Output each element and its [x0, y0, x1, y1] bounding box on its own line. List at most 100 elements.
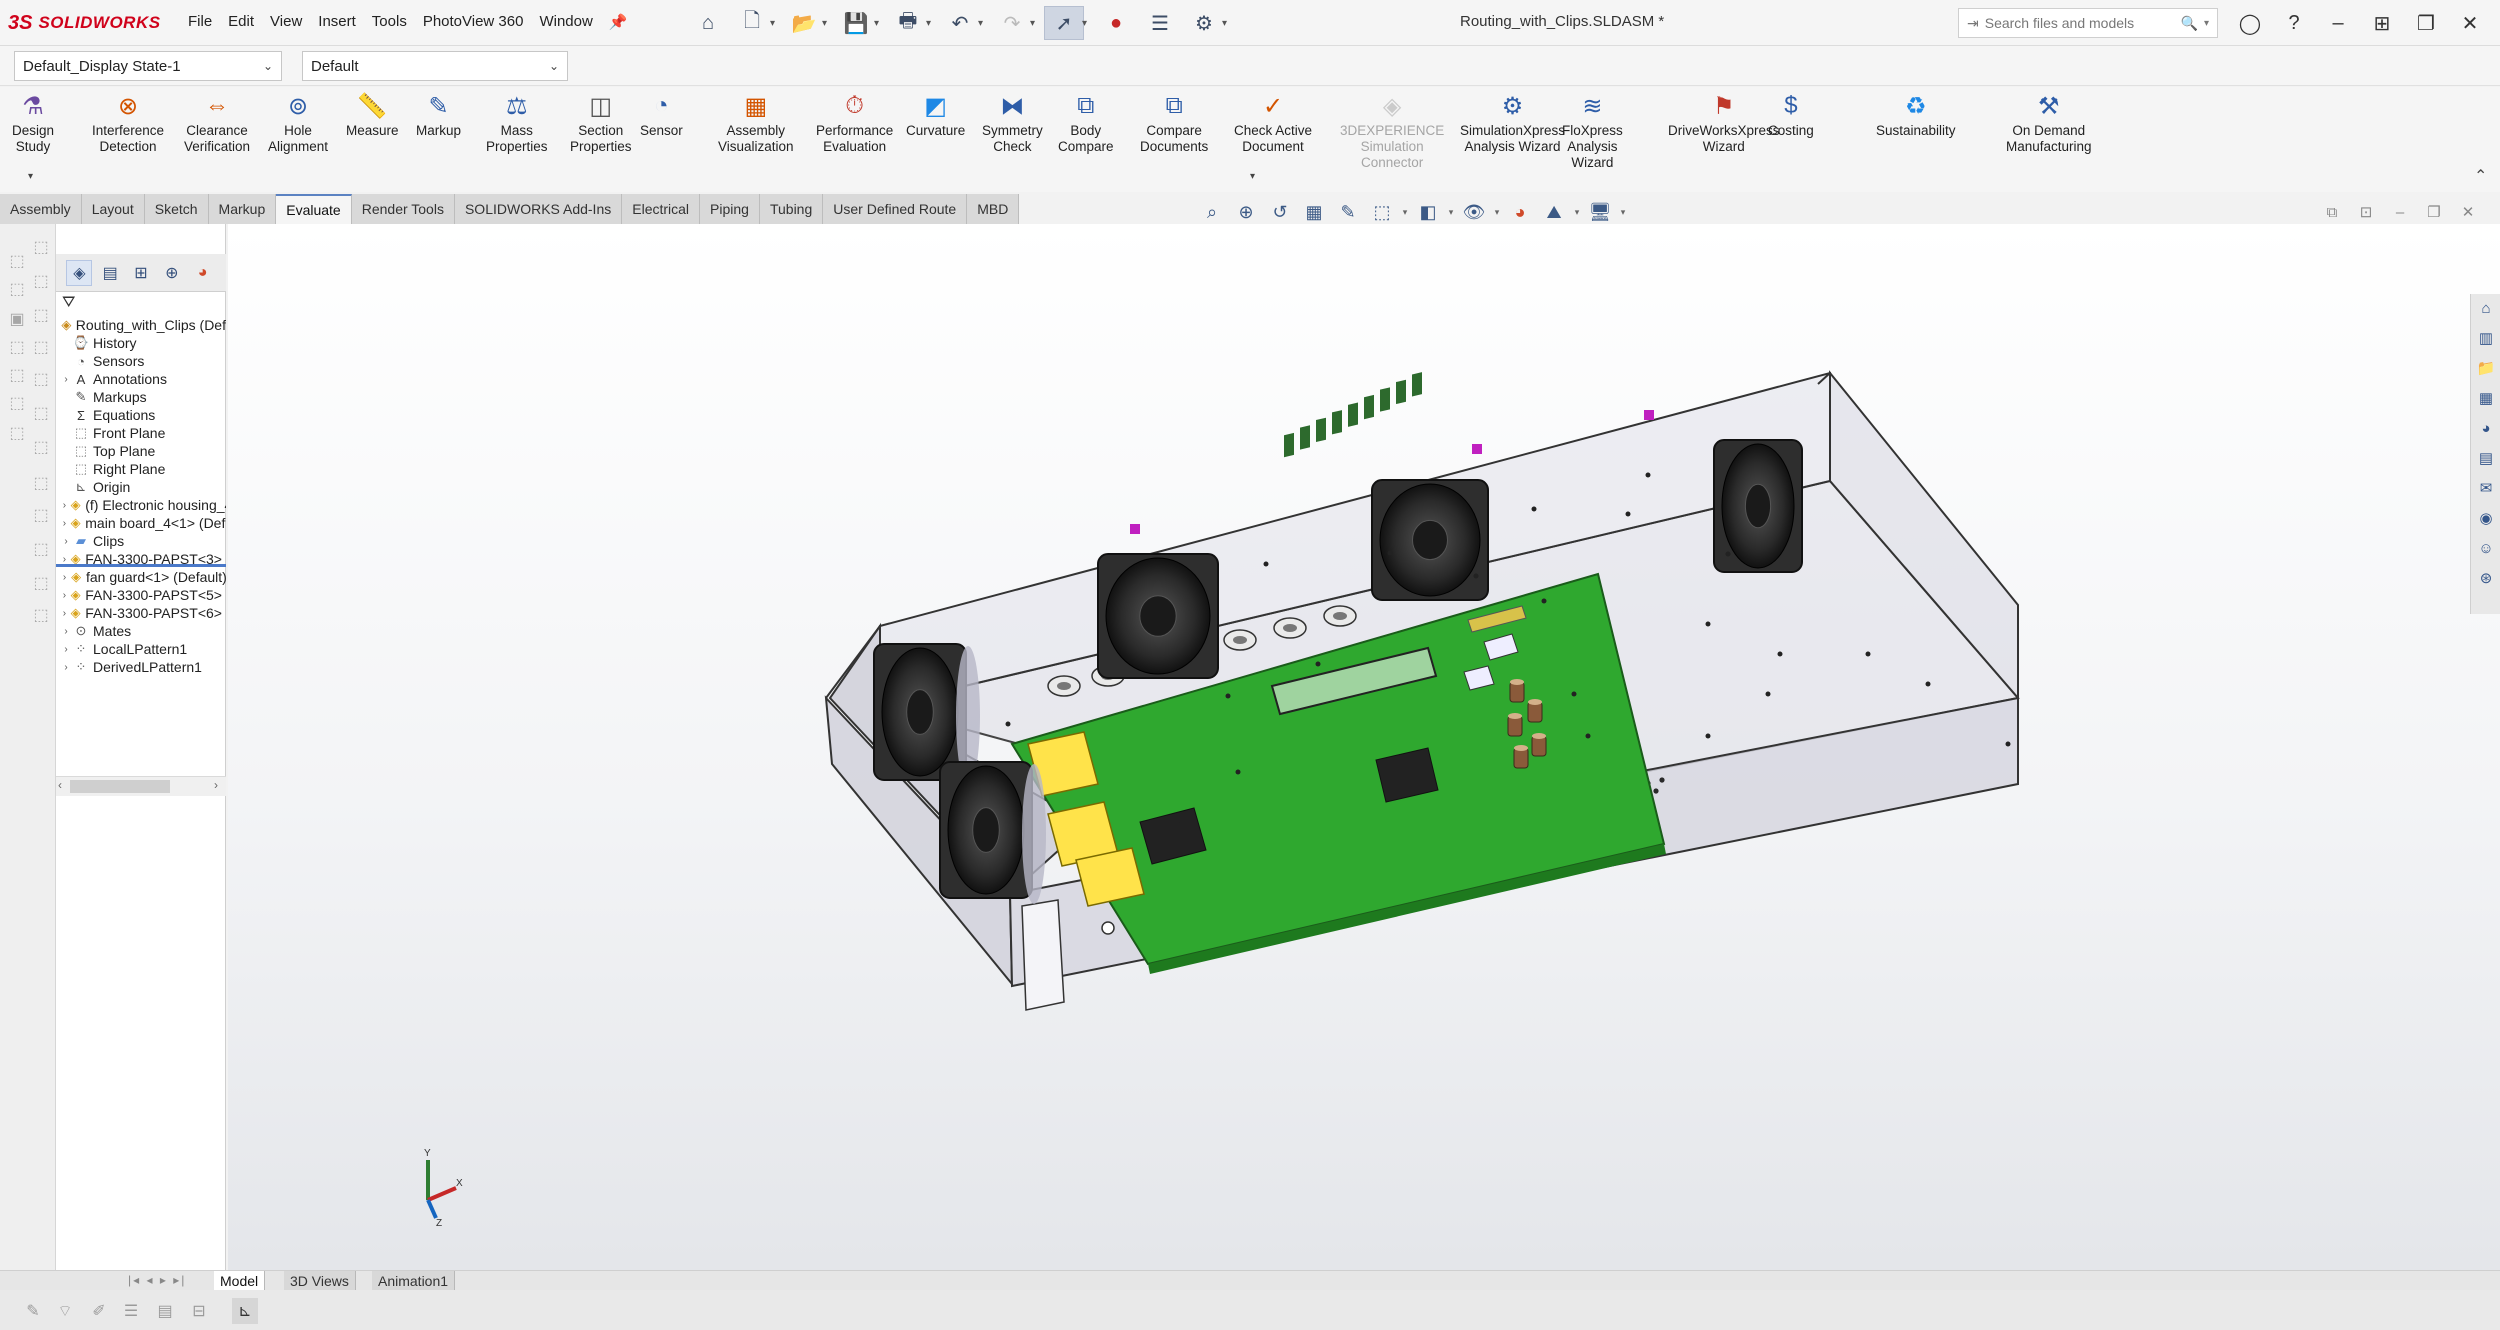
command-sensor[interactable]: ◔Sensor: [640, 91, 683, 139]
select-cursor-icon[interactable]: ➚: [1044, 6, 1084, 40]
undo-dropdown-icon[interactable]: ▾: [978, 18, 988, 29]
open-icon[interactable]: 📂: [784, 6, 824, 40]
status-tool-icon[interactable]: ✐: [86, 1298, 112, 1324]
command-manufacturing[interactable]: ⚒On Demand Manufacturing: [2006, 91, 2092, 155]
custom-properties-icon[interactable]: ▤: [2474, 446, 2498, 470]
solidworks-forum-icon[interactable]: ☺: [2474, 536, 2498, 560]
tile-windows-icon[interactable]: ⊞: [2360, 6, 2404, 40]
new-dropdown-icon[interactable]: ▾: [770, 18, 780, 29]
tab-mbd[interactable]: MBD: [967, 194, 1019, 224]
strip-tool-icon[interactable]: ⬚: [28, 334, 54, 360]
property-manager-tab-icon[interactable]: ▤: [97, 260, 123, 286]
apply-scene-dropdown-icon[interactable]: ▾: [1572, 198, 1582, 226]
command-costing[interactable]: $Costing: [1768, 91, 1814, 139]
redo-dropdown-icon[interactable]: ▾: [1030, 18, 1040, 29]
expand-arrow-icon[interactable]: ›: [60, 554, 69, 565]
tree-node[interactable]: ›◈(f) Electronic housing_4<1> (D: [60, 496, 226, 514]
expand-arrow-icon[interactable]: ›: [60, 536, 72, 547]
tab-sketch[interactable]: Sketch: [145, 194, 209, 224]
viewport-maximize-icon[interactable]: ❐: [2422, 200, 2446, 224]
open-dropdown-icon[interactable]: ▾: [822, 18, 832, 29]
search-box[interactable]: ⇥ Search files and models 🔍 ▾: [1958, 8, 2218, 38]
viewport-close-icon[interactable]: ✕: [2456, 200, 2480, 224]
command-sustainability[interactable]: ♻Sustainability: [1876, 91, 1956, 139]
expand-arrow-icon[interactable]: ›: [60, 644, 72, 655]
tree-node[interactable]: ›▰Clips: [60, 532, 226, 550]
display-state-select[interactable]: Default_Display State-1 ⌄: [14, 51, 282, 81]
strip-tool-icon[interactable]: ⬚: [4, 390, 30, 416]
strip-tool-icon[interactable]: ⬚: [28, 366, 54, 392]
tree-node[interactable]: ›AAnnotations: [60, 370, 226, 388]
tree-node[interactable]: ⬚Front Plane: [60, 424, 226, 442]
command-floxpress[interactable]: ≋FloXpress Analysis Wizard: [1562, 91, 1623, 171]
command-design-study[interactable]: ⚗Design Study: [12, 91, 54, 155]
viewport-minimize-icon[interactable]: –: [2388, 200, 2412, 224]
strip-tool-icon[interactable]: ⬚: [28, 268, 54, 294]
tab-user-defined-route[interactable]: User Defined Route: [823, 194, 967, 224]
appearances-icon[interactable]: ◕: [2474, 416, 2498, 440]
help-icon[interactable]: ?: [2272, 6, 2316, 40]
tab-electrical[interactable]: Electrical: [622, 194, 700, 224]
tree-node[interactable]: ◔Sensors: [60, 352, 226, 370]
scroll-right-icon[interactable]: ›: [214, 778, 218, 792]
strip-tool-icon[interactable]: ⬚: [4, 420, 30, 446]
command-curvature[interactable]: ◩Curvature: [906, 91, 965, 139]
save-dropdown-icon[interactable]: ▾: [874, 18, 884, 29]
search-icon[interactable]: 🔍: [2181, 15, 2198, 32]
strip-tool-icon[interactable]: ⬚: [28, 234, 54, 260]
view-palette-icon[interactable]: ▦: [2474, 386, 2498, 410]
strip-tool-icon[interactable]: ⬚: [28, 502, 54, 528]
home-icon[interactable]: ⌂: [688, 6, 728, 40]
display-manager-tab-icon[interactable]: ◕: [190, 260, 216, 286]
tree-node[interactable]: ⬚Top Plane: [60, 442, 226, 460]
tree-node[interactable]: ΣEquations: [60, 406, 226, 424]
strip-tool-icon[interactable]: ⬚: [4, 362, 30, 388]
menu-photoview[interactable]: PhotoView 360: [415, 10, 532, 34]
view-settings-icon[interactable]: 🖥: [1584, 198, 1616, 226]
model-viewport[interactable]: [228, 224, 2500, 1270]
select-dropdown-icon[interactable]: ▾: [1082, 18, 1092, 29]
search-dropdown-icon[interactable]: ▾: [2204, 18, 2209, 29]
command-driveworks[interactable]: ⚑DriveWorksXpress Wizard: [1668, 91, 1780, 155]
tab-model[interactable]: Model: [214, 1271, 265, 1290]
tree-node[interactable]: ✎Markups: [60, 388, 226, 406]
file-properties-icon[interactable]: ☰: [1140, 6, 1180, 40]
tab-markup[interactable]: Markup: [209, 194, 277, 224]
design-library-icon[interactable]: ▥: [2474, 326, 2498, 350]
view-orientation-dropdown-icon[interactable]: ▾: [1400, 198, 1410, 226]
status-tool-icon[interactable]: ▤: [152, 1298, 178, 1324]
restore-icon[interactable]: ❐: [2404, 6, 2448, 40]
expand-arrow-icon[interactable]: ›: [60, 572, 69, 583]
menu-window[interactable]: Window: [531, 10, 600, 34]
expand-arrow-icon[interactable]: ›: [60, 374, 72, 385]
status-tool-icon[interactable]: ⊟: [186, 1298, 212, 1324]
print-icon[interactable]: 🖶: [888, 6, 928, 40]
strip-tool-icon[interactable]: ▣: [4, 306, 30, 332]
command-simxpress[interactable]: ⚙SimulationXpress Analysis Wizard: [1460, 91, 1565, 155]
menu-insert[interactable]: Insert: [310, 10, 364, 34]
menu-edit[interactable]: Edit: [220, 10, 262, 34]
search-scope-icon[interactable]: ⇥: [1967, 15, 1979, 32]
menu-view[interactable]: View: [262, 10, 310, 34]
expand-arrow-icon[interactable]: ›: [60, 608, 69, 619]
horizontal-scrollbar[interactable]: ‹ ›: [56, 776, 226, 796]
command-symmetry[interactable]: ⧓Symmetry Check: [982, 91, 1043, 155]
strip-tool-icon[interactable]: ⬚: [28, 570, 54, 596]
viewport-new-window-icon[interactable]: ⊡: [2354, 200, 2378, 224]
previous-view-icon[interactable]: ↺: [1264, 198, 1296, 226]
tab-render-tools[interactable]: Render Tools: [352, 194, 455, 224]
scroll-thumb[interactable]: [70, 780, 170, 793]
configuration-manager-tab-icon[interactable]: ⊞: [128, 260, 154, 286]
file-explorer-icon[interactable]: 📁: [2474, 356, 2498, 380]
design-study-dropdown-icon[interactable]: ▾: [28, 171, 33, 182]
strip-tool-icon[interactable]: ⬚: [28, 434, 54, 460]
tree-node[interactable]: ›◈main board_4<1> (Default) <D: [60, 514, 226, 532]
tree-node[interactable]: ⌚History: [60, 334, 226, 352]
tab-assembly[interactable]: Assembly: [0, 194, 82, 224]
solidworks-resources-icon[interactable]: ⌂: [2474, 296, 2498, 320]
close-icon[interactable]: ✕: [2448, 6, 2492, 40]
command-mass[interactable]: ⚖Mass Properties: [486, 91, 548, 155]
command-assembly-vis[interactable]: ▦Assembly Visualization: [718, 91, 794, 155]
tree-node[interactable]: ›⊙Mates: [60, 622, 226, 640]
strip-tool-icon[interactable]: ⬚: [28, 302, 54, 328]
